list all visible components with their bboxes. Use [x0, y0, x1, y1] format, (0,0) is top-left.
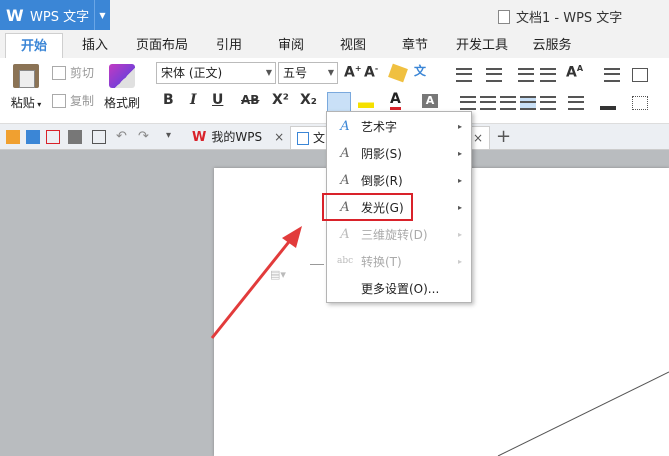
menu-item-label: 艺术字 [361, 119, 398, 134]
menu-item-shadow[interactable]: A 阴影(S) ▸ [328, 140, 470, 166]
menu-item-label: 转换(T) [361, 254, 402, 269]
menu-item-reflection[interactable]: A 倒影(R) ▸ [328, 167, 470, 193]
menu-item-label: 倒影(R) [361, 173, 403, 188]
transform-icon: abc [337, 256, 354, 266]
page-diagonal-line [497, 371, 669, 456]
menu-item-transform: abc 转换(T) ▸ [328, 248, 470, 274]
menu-item-label: 三维旋转(D) [361, 227, 428, 242]
glow-highlight-box [322, 193, 413, 221]
chevron-right-icon: ▸ [458, 229, 463, 239]
menu-item-art-text[interactable]: A 艺术字 ▸ [328, 113, 470, 139]
menu-item-label: 更多设置(O)... [361, 281, 440, 296]
menu-item-more-settings[interactable]: 更多设置(O)... [328, 275, 470, 301]
red-arrow-line [210, 237, 294, 339]
chevron-right-icon: ▸ [458, 121, 463, 131]
chevron-right-icon: ▸ [458, 202, 463, 212]
menu-item-label: 阴影(S) [361, 146, 402, 161]
shadow-icon: A [340, 145, 350, 161]
reflection-icon: A [340, 172, 350, 188]
3d-rotation-icon: A [340, 226, 350, 242]
chevron-right-icon: ▸ [458, 175, 463, 185]
chevron-right-icon: ▸ [458, 256, 463, 266]
menu-item-3d-rotation: A 三维旋转(D) ▸ [328, 221, 470, 247]
art-text-icon: A [340, 118, 350, 134]
chevron-right-icon: ▸ [458, 148, 463, 158]
